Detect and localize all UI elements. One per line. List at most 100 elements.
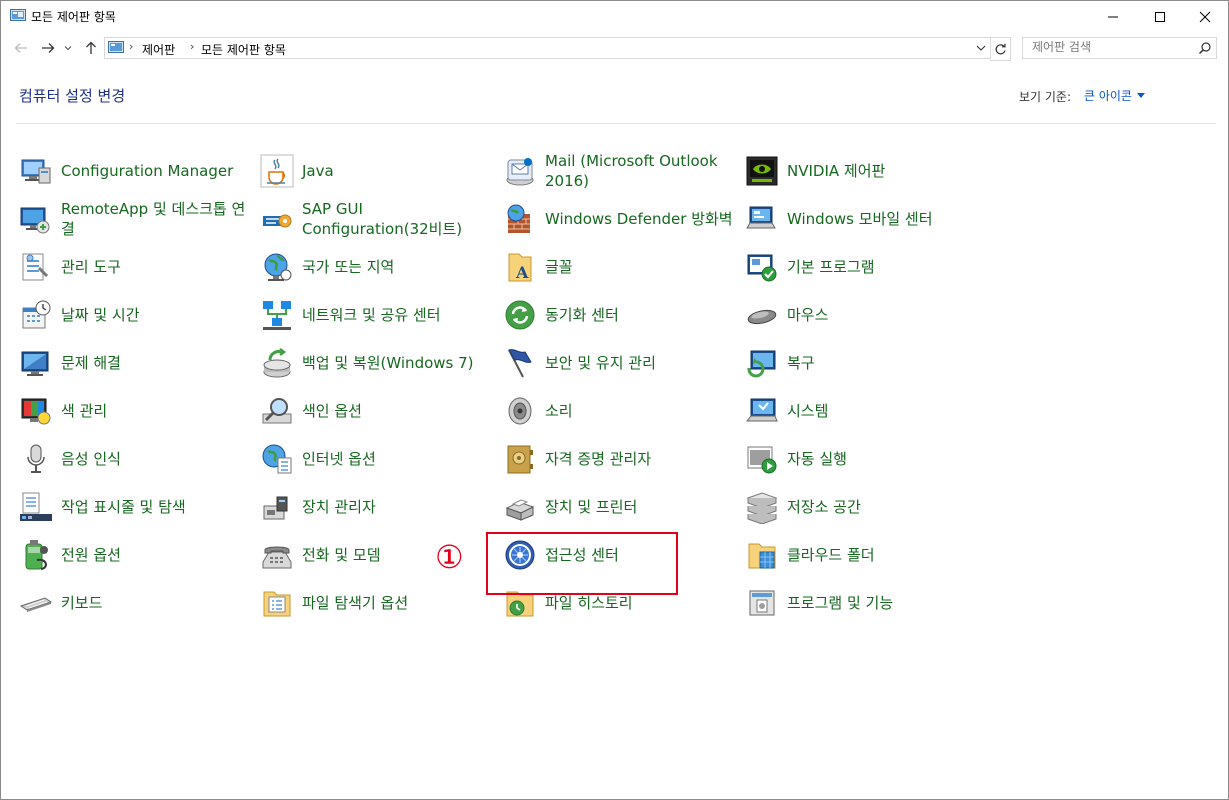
system-icon [745, 398, 778, 422]
item-power-options[interactable]: 전원 옵션 [19, 533, 255, 577]
microphone-icon [27, 444, 45, 473]
item-label[interactable]: 백업 및 복원(Windows 7) [302, 353, 492, 373]
item-label[interactable]: 클라우드 폴더 [787, 545, 977, 565]
item-label[interactable]: 키보드 [61, 593, 251, 613]
item-label[interactable]: 파일 히스토리 [545, 593, 735, 613]
item-label[interactable]: 전원 옵션 [61, 545, 251, 565]
item-speech-recognition[interactable]: 음성 인식 [19, 437, 255, 481]
magnifier-icon [262, 398, 292, 424]
item-internet-options[interactable]: 인터넷 옵션 [260, 437, 496, 481]
item-label[interactable]: NVIDIA 제어판 [787, 161, 977, 181]
clock-calendar-icon [22, 300, 51, 329]
device-manager-icon [263, 496, 288, 520]
item-devices-printers[interactable]: 장치 및 프린터 [503, 485, 739, 529]
item-device-manager[interactable]: 장치 관리자 [260, 485, 496, 529]
globe-clock-icon [264, 253, 292, 281]
item-label[interactable]: 자동 실행 [787, 449, 977, 469]
item-backup-restore[interactable]: 백업 및 복원(Windows 7) [260, 341, 496, 385]
item-label[interactable]: 장치 관리자 [302, 497, 492, 517]
item-label[interactable]: 기본 프로그램 [787, 257, 977, 277]
item-label[interactable]: 글꼴 [545, 257, 735, 277]
keyboard-icon [19, 597, 53, 612]
item-label[interactable]: 장치 및 프린터 [545, 497, 735, 517]
item-autoplay[interactable]: 자동 실행 [745, 437, 981, 481]
item-color-management[interactable]: 색 관리 [19, 389, 255, 433]
item-security-maintenance[interactable]: 보안 및 유지 관리 [503, 341, 739, 385]
internet-options-icon [262, 444, 292, 474]
item-file-explorer-options[interactable]: 파일 탐색기 옵션 [260, 581, 496, 625]
item-label[interactable]: 보안 및 유지 관리 [545, 353, 735, 373]
item-system[interactable]: 시스템 [745, 389, 981, 433]
item-windows-firewall[interactable]: Windows Defender 방화벽 [503, 197, 739, 241]
item-label[interactable]: 파일 탐색기 옵션 [302, 593, 492, 613]
item-label[interactable]: 날짜 및 시간 [61, 305, 251, 325]
item-administrative-tools[interactable]: 관리 도구 [19, 245, 255, 289]
item-mail[interactable]: Mail (Microsoft Outlook 2016) [503, 149, 739, 193]
credential-vault-icon [507, 445, 533, 474]
configuration-manager-icon [21, 159, 51, 184]
item-label[interactable]: 복구 [787, 353, 977, 373]
item-credential-manager[interactable]: 자격 증명 관리자 [503, 437, 739, 481]
item-windows-mobility-center[interactable]: Windows 모바일 센터 [745, 197, 981, 241]
sap-gui-icon [263, 214, 292, 228]
item-storage-spaces[interactable]: 저장소 공간 [745, 485, 981, 529]
item-label[interactable]: 문제 해결 [61, 353, 251, 373]
item-label[interactable]: 음성 인식 [61, 449, 251, 469]
item-programs-features[interactable]: 프로그램 및 기능 [745, 581, 981, 625]
annotation-marker: ① [435, 538, 464, 576]
item-label[interactable]: 마우스 [787, 305, 977, 325]
item-label[interactable]: Mail (Microsoft Outlook 2016) [545, 151, 735, 191]
item-sync-center[interactable]: 동기화 센터 [503, 293, 739, 337]
svg-text:A: A [515, 263, 529, 282]
item-sound[interactable]: 소리 [503, 389, 739, 433]
item-taskbar-navigation[interactable]: 작업 표시줄 및 탐색 [19, 485, 255, 529]
item-remoteapp[interactable]: RemoteApp 및 데스크톱 연결 [19, 197, 255, 241]
item-label[interactable]: RemoteApp 및 데스크톱 연결 [61, 199, 251, 239]
item-label[interactable]: 저장소 공간 [787, 497, 977, 517]
cloud-folder-icon [748, 543, 776, 569]
item-label[interactable]: 작업 표시줄 및 탐색 [61, 497, 251, 517]
nvidia-icon [746, 156, 778, 186]
item-java[interactable]: Java [260, 149, 496, 193]
item-label[interactable]: 프로그램 및 기능 [787, 593, 977, 613]
item-label[interactable]: Configuration Manager [61, 161, 251, 181]
item-date-time[interactable]: 날짜 및 시간 [19, 293, 255, 337]
item-label[interactable]: 시스템 [787, 401, 977, 421]
item-keyboard[interactable]: 키보드 [19, 581, 255, 625]
color-management-icon [21, 398, 51, 425]
item-sap-gui[interactable]: SAP GUI Configuration(32비트) [260, 197, 496, 241]
item-mouse[interactable]: 마우스 [745, 293, 981, 337]
item-network-sharing[interactable]: 네트워크 및 공유 센터 [260, 293, 496, 337]
item-label[interactable]: Java [302, 161, 492, 181]
item-label[interactable]: 동기화 센터 [545, 305, 735, 325]
item-fonts[interactable]: A 글꼴 [503, 245, 739, 289]
autoplay-icon [747, 446, 777, 474]
item-cloud-folder[interactable]: 클라우드 폴더 [745, 533, 981, 577]
item-label[interactable]: 자격 증명 관리자 [545, 449, 735, 469]
item-label[interactable]: Windows Defender 방화벽 [545, 209, 735, 229]
item-recovery[interactable]: 복구 [745, 341, 981, 385]
item-region[interactable]: 국가 또는 지역 [260, 245, 496, 289]
recovery-icon [747, 350, 776, 378]
phone-icon [262, 546, 292, 569]
item-default-programs[interactable]: 기본 프로그램 [745, 245, 981, 289]
printer-icon [505, 499, 535, 521]
item-label[interactable]: 색 관리 [61, 401, 251, 421]
firewall-icon [507, 204, 530, 233]
item-label[interactable]: SAP GUI Configuration(32비트) [302, 199, 492, 239]
item-indexing-options[interactable]: 색인 옵션 [260, 389, 496, 433]
item-nvidia-control-panel[interactable]: NVIDIA 제어판 [745, 149, 981, 193]
item-label[interactable]: 소리 [545, 401, 735, 421]
mouse-icon [747, 309, 777, 325]
item-label[interactable]: 관리 도구 [61, 257, 251, 277]
item-label[interactable]: 인터넷 옵션 [302, 449, 492, 469]
item-label[interactable]: Windows 모바일 센터 [787, 209, 977, 229]
item-configuration-manager[interactable]: Configuration Manager [19, 149, 255, 193]
item-label[interactable]: 국가 또는 지역 [302, 257, 492, 277]
item-label[interactable]: 색인 옵션 [302, 401, 492, 421]
item-label[interactable]: 네트워크 및 공유 센터 [302, 305, 492, 325]
programs-features-icon [749, 590, 775, 616]
speaker-icon [508, 397, 532, 425]
mail-icon [506, 158, 534, 186]
item-troubleshooting[interactable]: 문제 해결 [19, 341, 255, 385]
